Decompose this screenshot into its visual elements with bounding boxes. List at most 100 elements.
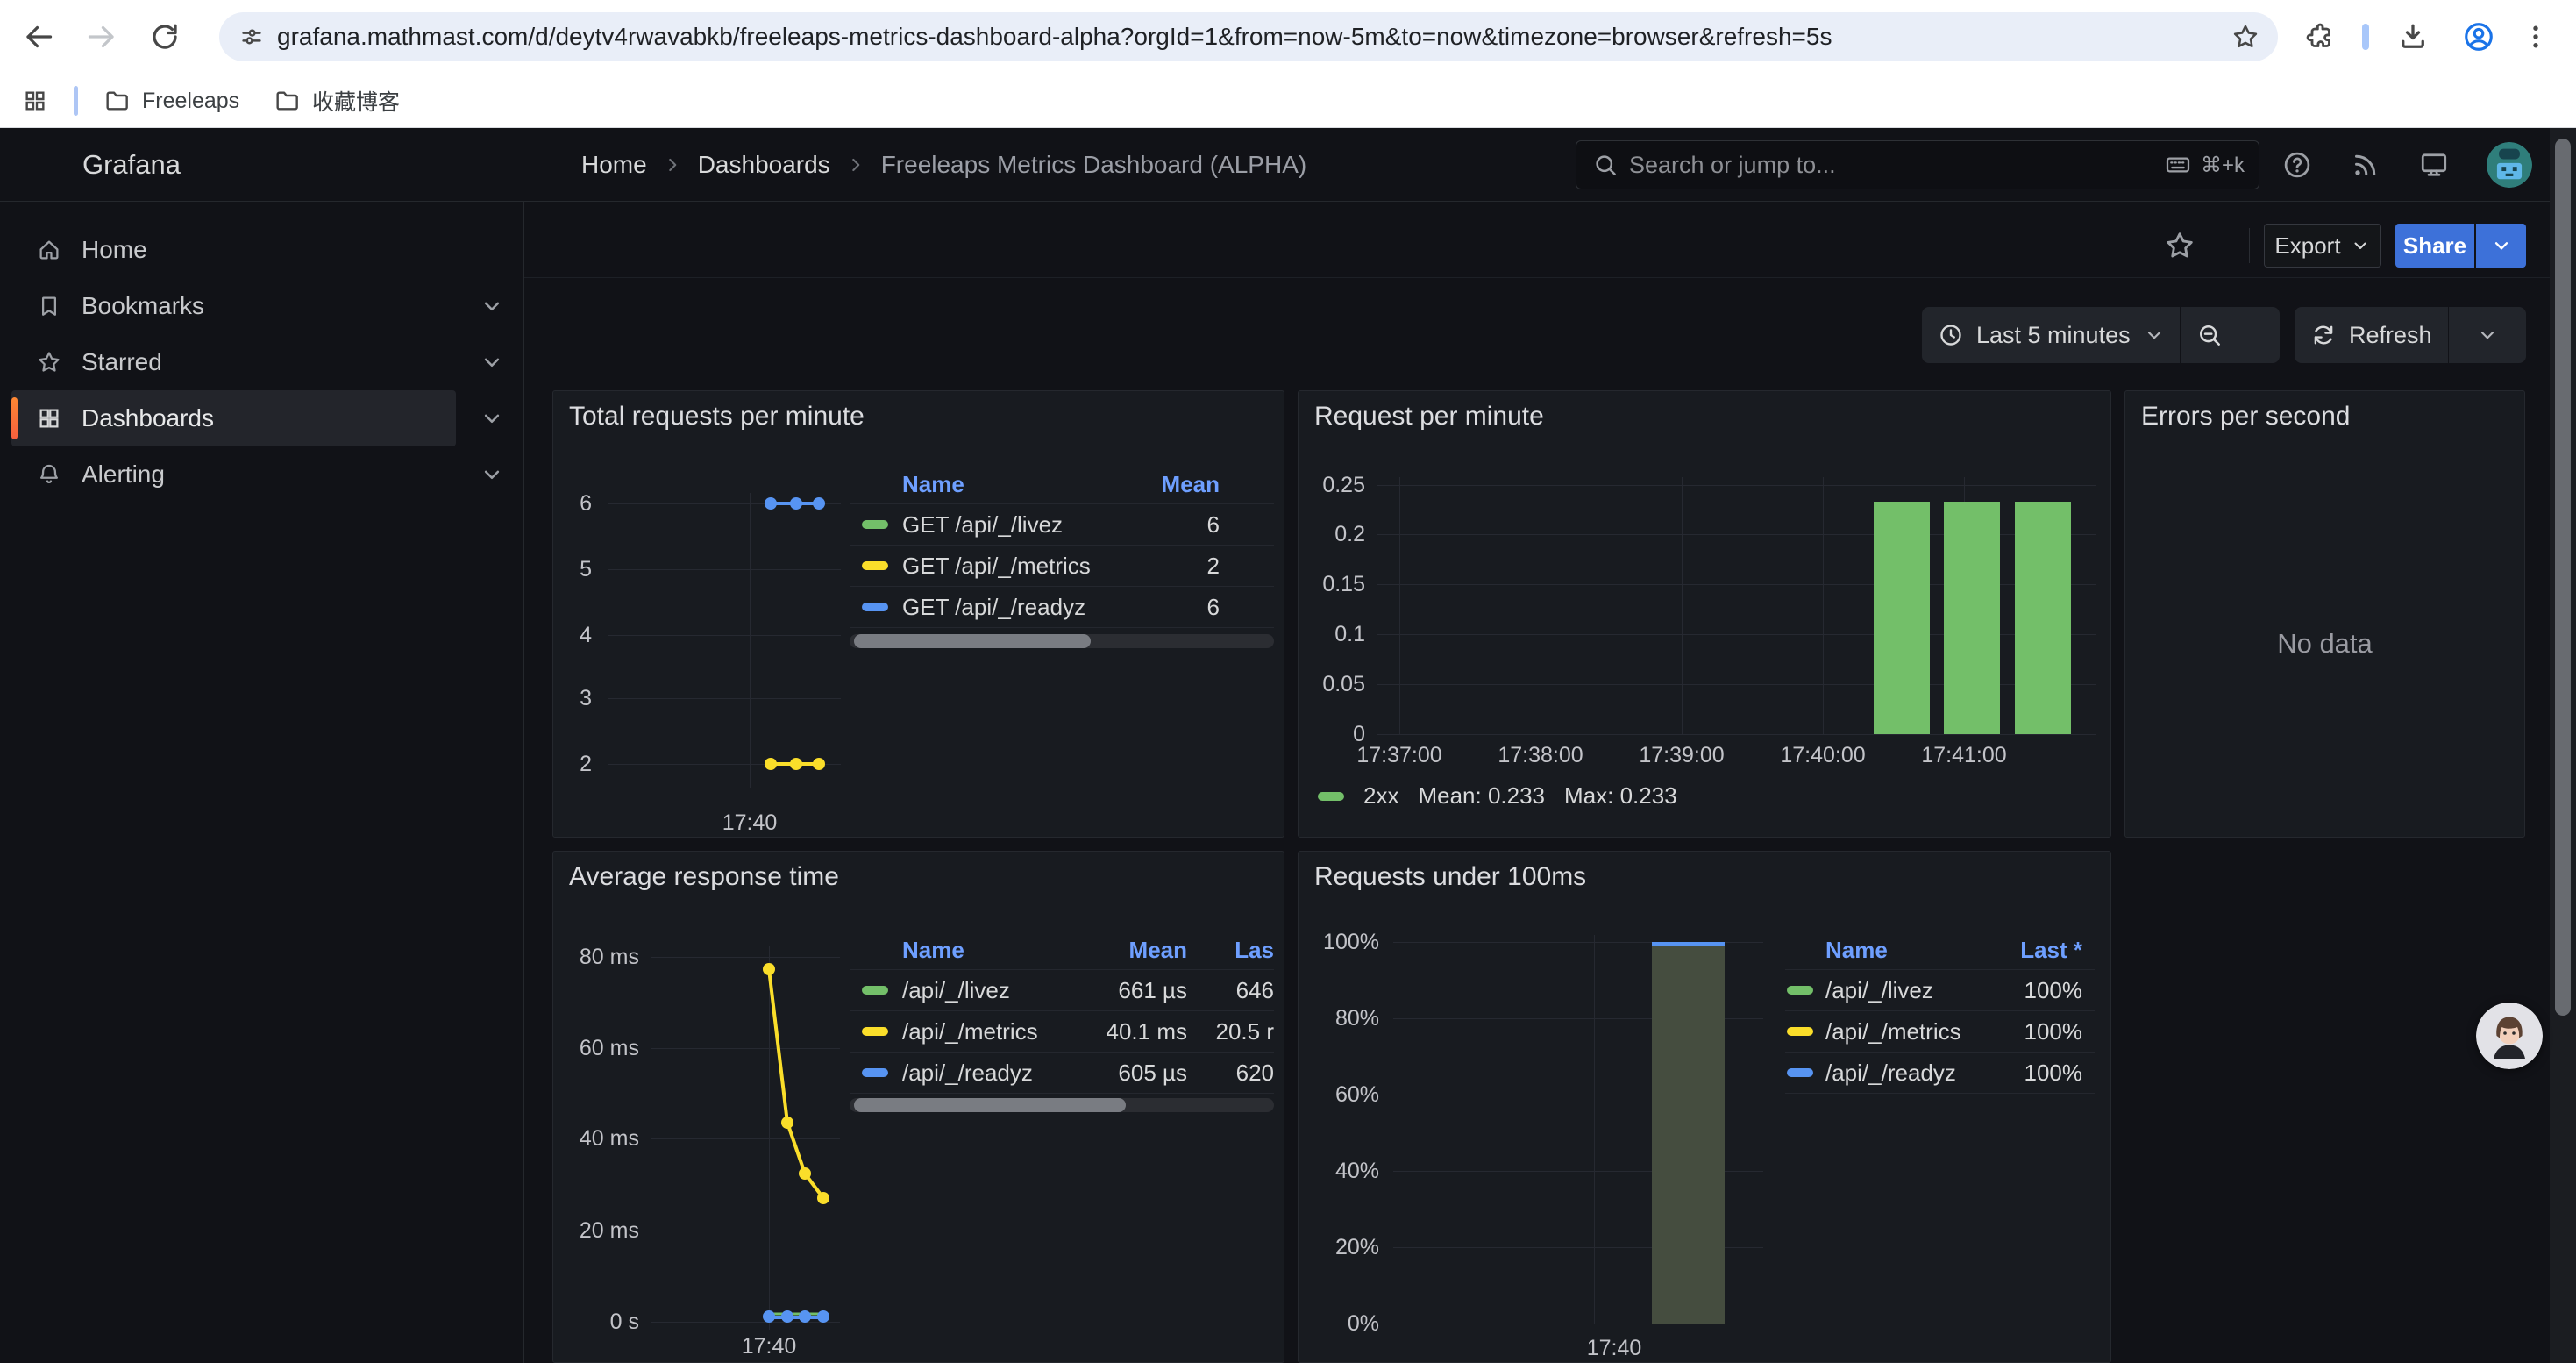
news-rss-icon[interactable] [2350, 149, 2381, 181]
sidebar-item-dashboards[interactable]: Dashboards [11, 390, 456, 446]
y-tick: 0.15 [1307, 570, 1365, 598]
legend-col-mean[interactable]: Mean [1149, 471, 1220, 498]
sidebar-item-home[interactable]: Home [11, 222, 456, 278]
panel-title[interactable]: Request per minute [1314, 402, 1544, 432]
reload-icon[interactable] [146, 18, 183, 55]
y-tick: 80% [1311, 1004, 1379, 1032]
favorite-star-icon[interactable] [2160, 226, 2199, 265]
data-point [813, 758, 825, 770]
x-tick: 17:37:00 [1329, 741, 1469, 769]
series-swatch [862, 1068, 888, 1077]
page-scrollbar[interactable] [2550, 128, 2576, 1363]
legend-col-name[interactable]: Name [902, 937, 964, 964]
refresh-interval-dropdown[interactable] [2449, 307, 2526, 363]
legend-col-mean[interactable]: Mean [1082, 937, 1187, 964]
search-box[interactable]: ⌘+k [1576, 140, 2259, 189]
legend-scrollbar-thumb[interactable] [854, 1098, 1126, 1112]
chevron-down-icon [2350, 235, 2371, 256]
floating-assistant-avatar[interactable] [2476, 1003, 2543, 1069]
bookmark-star-icon[interactable] [2231, 22, 2260, 52]
panel-title[interactable]: Total requests per minute [569, 402, 865, 432]
keyboard-icon [2164, 151, 2192, 179]
panel-title[interactable]: Errors per second [2141, 402, 2350, 432]
legend-row[interactable]: GET /api/_/metrics 2 [850, 545, 1274, 586]
y-tick: 20% [1311, 1233, 1379, 1261]
legend-row[interactable]: GET /api/_/readyz 6 [850, 586, 1274, 627]
gridline [750, 493, 751, 788]
export-button[interactable]: Export [2264, 224, 2381, 268]
gridline [608, 698, 841, 699]
legend-row[interactable]: /api/_/metrics 100% [1785, 1010, 2095, 1052]
data-point [765, 497, 777, 510]
legend-scrollbar[interactable] [850, 1098, 1274, 1112]
share-button[interactable]: Share [2395, 224, 2474, 268]
refresh-button[interactable]: Refresh [2295, 307, 2448, 363]
gridline [1823, 477, 1824, 734]
time-range-picker[interactable]: Last 5 minutes [1922, 307, 2180, 363]
chevron-down-icon[interactable] [479, 349, 505, 375]
bookmark-folder-freeleaps[interactable]: Freeleaps [103, 74, 239, 128]
menu-kebab-icon[interactable] [2517, 18, 2554, 55]
gridline [1399, 477, 1400, 734]
site-settings-icon[interactable] [238, 24, 265, 50]
search-shortcut: ⌘+k [2164, 151, 2245, 179]
series-name: /api/_/readyz [902, 1060, 1033, 1087]
url-text[interactable]: grafana.mathmast.com/d/deytv4rwavabkb/fr… [277, 23, 2231, 51]
brand-title[interactable]: Grafana [82, 128, 181, 202]
series-max: Max: 0.233 [1564, 782, 1677, 810]
x-tick: 17:40 [697, 809, 802, 837]
url-bar[interactable]: grafana.mathmast.com/d/deytv4rwavabkb/fr… [219, 12, 2278, 61]
legend-border [850, 1093, 1274, 1094]
back-icon[interactable] [20, 18, 57, 55]
series-mean: 661 µs [1082, 977, 1187, 1004]
search-input[interactable] [1629, 152, 2164, 179]
extensions-icon[interactable] [2302, 18, 2338, 55]
legend-row[interactable]: /api/_/metrics 40.1 ms 20.5 r [850, 1010, 1274, 1052]
star-icon [36, 349, 62, 375]
x-tick: 17:38:00 [1470, 741, 1611, 769]
downloads-icon[interactable] [2395, 18, 2431, 55]
chevron-down-icon[interactable] [479, 293, 505, 319]
sidebar-item-bookmarks[interactable]: Bookmarks [11, 278, 456, 334]
monitor-icon[interactable] [2418, 149, 2450, 181]
sidebar-item-alerting[interactable]: Alerting [11, 446, 456, 503]
share-dropdown-button[interactable] [2476, 224, 2526, 268]
export-label: Export [2274, 232, 2340, 260]
chevron-down-icon[interactable] [479, 405, 505, 432]
x-tick: 17:40:00 [1753, 741, 1893, 769]
legend-col-name[interactable]: Name [1825, 937, 1888, 964]
y-tick: 40% [1311, 1157, 1379, 1185]
breadcrumb-dashboards[interactable]: Dashboards [698, 151, 830, 179]
zoom-out-button[interactable] [2181, 307, 2238, 363]
tab-group-indicator [2362, 24, 2369, 50]
bookmark-folder-blogs[interactable]: 收藏博客 [274, 74, 400, 128]
legend-row[interactable]: /api/_/readyz 605 µs 620 [850, 1052, 1274, 1093]
chevron-down-icon[interactable] [479, 461, 505, 488]
legend-scrollbar[interactable] [850, 634, 1274, 648]
breadcrumb-home[interactable]: Home [581, 151, 647, 179]
help-icon[interactable] [2281, 149, 2313, 181]
sidebar-item-starred[interactable]: Starred [11, 334, 456, 390]
legend-row[interactable]: GET /api/_/livez 6 [850, 503, 1274, 545]
series-name: /api/_/metrics [1825, 1018, 1961, 1045]
chevron-down-icon [2476, 324, 2499, 346]
legend-col-last[interactable]: Las [1187, 937, 1274, 964]
user-avatar[interactable] [2487, 142, 2532, 188]
y-tick: 5 [553, 555, 592, 583]
legend-scrollbar-thumb[interactable] [854, 634, 1091, 648]
profile-icon[interactable] [2460, 18, 2497, 55]
panel-title[interactable]: Requests under 100ms [1314, 862, 1586, 892]
legend-bottom[interactable]: 2xx Mean: 0.233 Max: 0.233 [1318, 782, 1677, 810]
legend-row[interactable]: /api/_/livez 661 µs 646 [850, 969, 1274, 1010]
forward-icon[interactable] [83, 18, 120, 55]
bookmark-icon [36, 293, 62, 319]
sidebar-item-label: Starred [82, 348, 162, 376]
legend-row[interactable]: /api/_/livez 100% [1785, 969, 2095, 1010]
apps-grid-icon[interactable] [21, 74, 49, 128]
legend-col-last[interactable]: Last * [1998, 937, 2095, 964]
legend-col-name[interactable]: Name [902, 471, 964, 498]
legend-row[interactable]: /api/_/readyz 100% [1785, 1052, 2095, 1093]
page-scrollbar-thumb[interactable] [2555, 139, 2571, 1016]
folder-icon [274, 87, 302, 115]
data-point [813, 497, 825, 510]
